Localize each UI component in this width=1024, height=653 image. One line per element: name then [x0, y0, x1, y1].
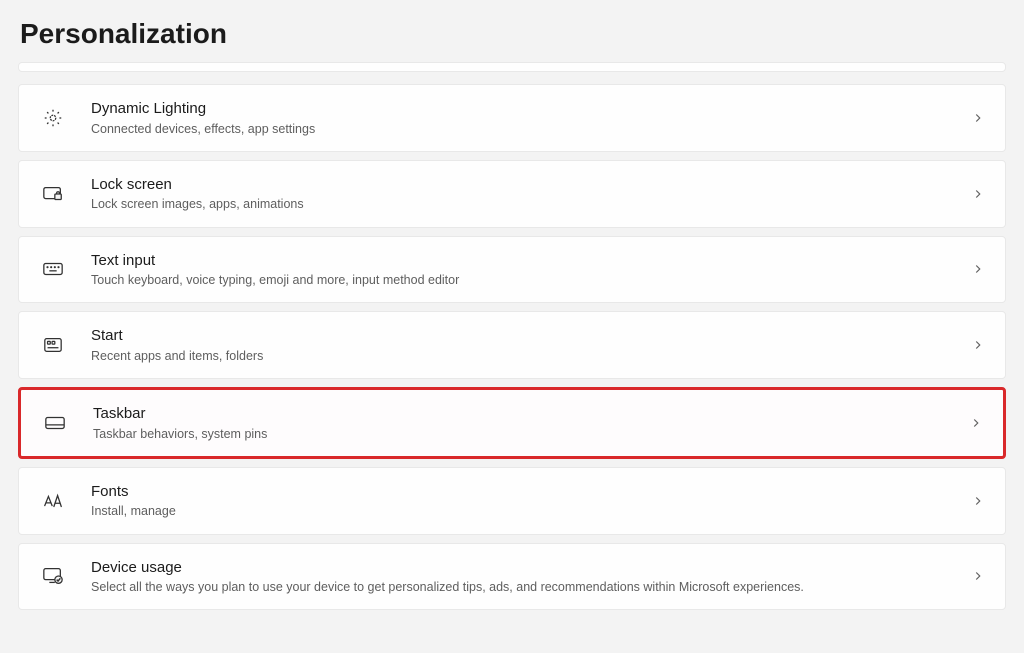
setting-item-dynamic-lighting[interactable]: Dynamic Lighting Connected devices, effe…: [18, 84, 1006, 152]
setting-text: Text input Touch keyboard, voice typing,…: [91, 251, 971, 289]
setting-text: Lock screen Lock screen images, apps, an…: [91, 175, 971, 213]
fonts-icon: [37, 492, 69, 510]
chevron-right-icon: [971, 262, 985, 276]
lock-screen-icon: [37, 184, 69, 204]
setting-item-start[interactable]: Start Recent apps and items, folders: [18, 311, 1006, 379]
setting-title: Lock screen: [91, 175, 971, 195]
start-menu-icon: [37, 336, 69, 354]
setting-desc: Taskbar behaviors, system pins: [93, 426, 969, 442]
chevron-right-icon: [971, 187, 985, 201]
setting-title: Text input: [91, 251, 971, 271]
chevron-right-icon: [971, 569, 985, 583]
setting-item-lock-screen[interactable]: Lock screen Lock screen images, apps, an…: [18, 160, 1006, 228]
chevron-right-icon: [971, 494, 985, 508]
setting-desc: Select all the ways you plan to use your…: [91, 579, 971, 595]
setting-title: Fonts: [91, 482, 971, 502]
settings-list: Dynamic Lighting Connected devices, effe…: [0, 62, 1024, 610]
keyboard-icon: [37, 261, 69, 277]
setting-item-taskbar[interactable]: Taskbar Taskbar behaviors, system pins: [18, 387, 1006, 459]
setting-item-text-input[interactable]: Text input Touch keyboard, voice typing,…: [18, 236, 1006, 304]
setting-item-device-usage[interactable]: Device usage Select all the ways you pla…: [18, 543, 1006, 611]
chevron-right-icon: [971, 338, 985, 352]
setting-desc: Lock screen images, apps, animations: [91, 196, 971, 212]
setting-desc: Install, manage: [91, 503, 971, 519]
setting-title: Dynamic Lighting: [91, 99, 971, 119]
setting-title: Taskbar: [93, 404, 969, 424]
setting-text: Device usage Select all the ways you pla…: [91, 558, 971, 596]
setting-text: Taskbar Taskbar behaviors, system pins: [93, 404, 969, 442]
chevron-right-icon: [969, 416, 983, 430]
page-title: Personalization: [0, 0, 1024, 62]
setting-desc: Touch keyboard, voice typing, emoji and …: [91, 272, 971, 288]
setting-text: Dynamic Lighting Connected devices, effe…: [91, 99, 971, 137]
setting-text: Fonts Install, manage: [91, 482, 971, 520]
chevron-right-icon: [971, 111, 985, 125]
setting-title: Start: [91, 326, 971, 346]
setting-text: Start Recent apps and items, folders: [91, 326, 971, 364]
previous-item-peek: [18, 62, 1006, 72]
device-usage-icon: [37, 566, 69, 586]
setting-item-fonts[interactable]: Fonts Install, manage: [18, 467, 1006, 535]
setting-title: Device usage: [91, 558, 971, 578]
dynamic-lighting-icon: [37, 107, 69, 129]
setting-desc: Connected devices, effects, app settings: [91, 121, 971, 137]
taskbar-icon: [39, 415, 71, 431]
setting-desc: Recent apps and items, folders: [91, 348, 971, 364]
